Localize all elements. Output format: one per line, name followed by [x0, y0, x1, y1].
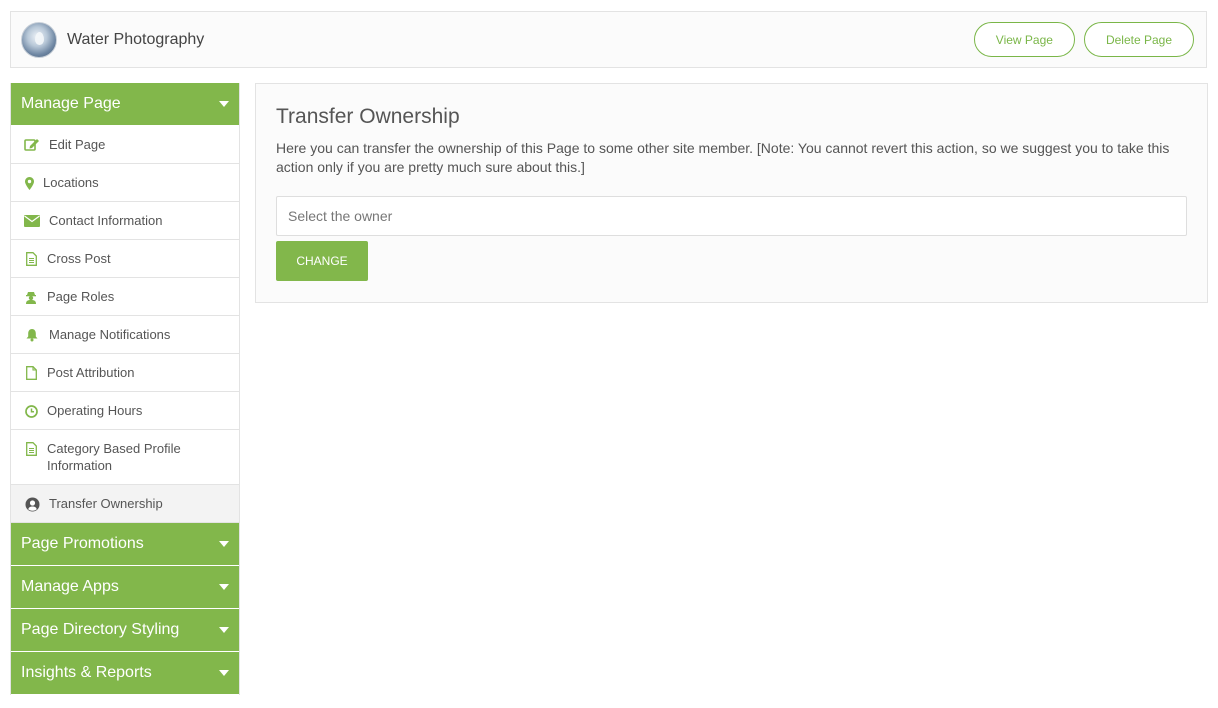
sidebar-item-cross-post[interactable]: Cross Post	[11, 240, 239, 278]
change-button[interactable]: CHANGE	[276, 241, 368, 281]
sidebar-item-label: Edit Page	[49, 137, 106, 152]
caret-down-icon	[219, 627, 229, 633]
sidebar-item-edit-page[interactable]: Edit Page	[11, 126, 239, 164]
sidebar-item-category-based-profile-information[interactable]: Category Based Profile Information	[11, 430, 239, 485]
sidebar-section-insights-reports[interactable]: Insights & Reports	[11, 652, 239, 695]
sidebar-item-label: Page Roles	[47, 289, 115, 304]
page-title[interactable]: Water Photography	[67, 31, 204, 49]
sidebar-section-page-promotions[interactable]: Page Promotions	[11, 523, 239, 566]
edit-icon	[23, 137, 41, 153]
sidebar-item-label: Contact Information	[49, 213, 163, 228]
sidebar-section-label: Manage Apps	[21, 578, 119, 595]
caret-down-icon	[219, 670, 229, 676]
sidebar-item-label: Operating Hours	[47, 403, 143, 418]
sidebar-section-label: Page Directory Styling	[21, 621, 180, 638]
sidebar-item-manage-notifications[interactable]: Manage Notifications	[11, 316, 239, 354]
bell-icon	[23, 327, 41, 343]
caret-down-icon	[219, 541, 229, 547]
sidebar-item-label: Category Based Profile Information	[47, 441, 181, 473]
map-marker-icon	[23, 175, 35, 191]
sidebar-item-contact-information[interactable]: Contact Information	[11, 202, 239, 240]
view-page-button[interactable]: View Page	[973, 22, 1075, 57]
caret-down-icon	[219, 101, 229, 107]
sidebar-section-manage-page[interactable]: Manage Page	[11, 83, 239, 126]
page: Water Photography View Page Delete Page …	[0, 0, 1218, 708]
sidebar-item-label: Transfer Ownership	[49, 496, 163, 511]
delete-page-button[interactable]: Delete Page	[1083, 22, 1194, 57]
panel-description: Here you can transfer the ownership of t…	[276, 140, 1170, 175]
transfer-ownership-panel: Transfer Ownership Here you can transfer…	[255, 83, 1208, 303]
sidebar-item-label: Manage Notifications	[49, 327, 171, 342]
file-icon	[23, 365, 39, 381]
sidebar: Manage Page Edit Page Locations Contact …	[10, 83, 240, 695]
sidebar-item-label: Post Attribution	[47, 365, 135, 380]
panel-title: Transfer Ownership	[276, 105, 460, 128]
header-actions: View Page Delete Page	[973, 22, 1194, 57]
user-circle-icon	[23, 496, 41, 512]
sidebar-item-operating-hours[interactable]: Operating Hours	[11, 392, 239, 430]
owner-select-input[interactable]	[276, 196, 1187, 236]
sidebar-item-label: Locations	[43, 175, 99, 190]
envelope-icon	[23, 213, 41, 229]
document-icon	[23, 441, 39, 457]
sidebar-section-label: Insights & Reports	[21, 664, 152, 681]
document-icon	[23, 251, 39, 267]
page-avatar[interactable]	[21, 21, 57, 58]
sidebar-section-manage-apps[interactable]: Manage Apps	[11, 566, 239, 609]
sidebar-item-label: Cross Post	[47, 251, 111, 266]
sidebar-section-page-directory-styling[interactable]: Page Directory Styling	[11, 609, 239, 652]
caret-down-icon	[219, 584, 229, 590]
sidebar-section-label: Page Promotions	[21, 535, 144, 552]
clock-icon	[23, 403, 39, 419]
page-header: Water Photography View Page Delete Page	[10, 11, 1207, 68]
sidebar-item-locations[interactable]: Locations	[11, 164, 239, 202]
sidebar-item-page-roles[interactable]: Page Roles	[11, 278, 239, 316]
sidebar-section-label: Manage Page	[21, 95, 121, 112]
sidebar-item-post-attribution[interactable]: Post Attribution	[11, 354, 239, 392]
user-secret-icon	[23, 289, 39, 305]
sidebar-item-transfer-ownership[interactable]: Transfer Ownership	[11, 485, 239, 523]
